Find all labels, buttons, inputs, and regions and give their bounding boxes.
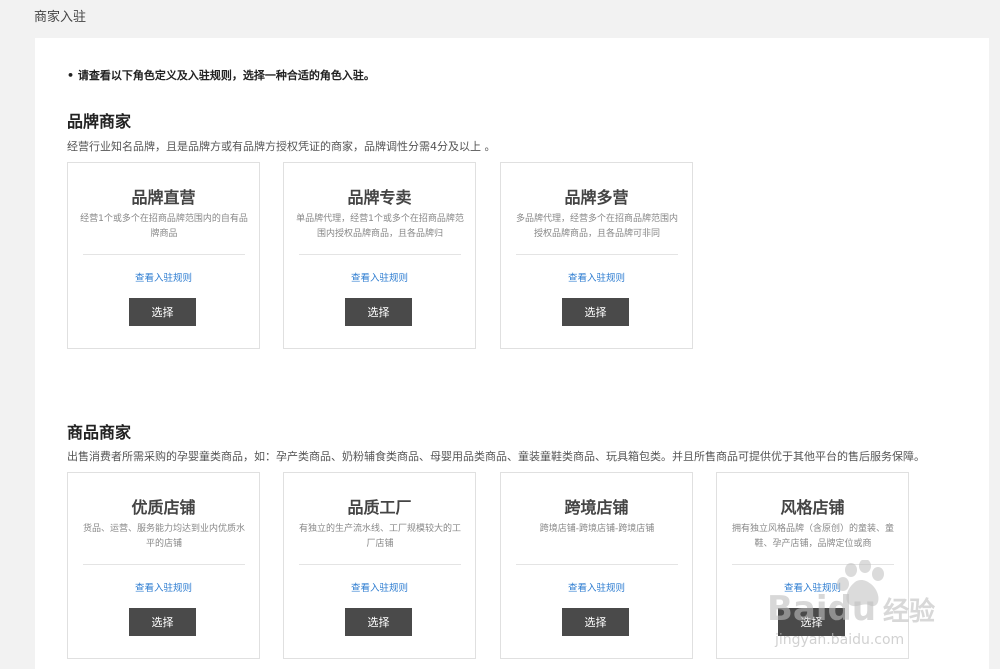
card-divider (299, 564, 461, 565)
card-desc: 经营1个或多个在招商品牌范围内的自有品牌商品 (80, 214, 248, 239)
view-rules-link[interactable]: 查看入驻规则 (284, 580, 475, 594)
view-rules-link[interactable]: 查看入驻规则 (68, 580, 259, 594)
notice-text: • 请查看以下角色定义及入驻规则，选择一种合适的角色入驻。 (67, 69, 375, 82)
section-title-product-merchant: 商品商家 (67, 423, 132, 442)
section-desc-brand-merchant: 经营行业知名品牌，且是品牌方或有品牌方授权凭证的商家，品牌调性分需4分及以上 。 (67, 140, 496, 153)
select-button[interactable]: 选择 (129, 608, 196, 636)
card-divider (732, 564, 894, 565)
card-divider (516, 254, 678, 255)
select-button[interactable]: 选择 (562, 608, 629, 636)
card-desc: 多品牌代理，经营多个在招商品牌范围内授权品牌商品，且各品牌可非同 (515, 214, 678, 239)
select-button[interactable]: 选择 (345, 608, 412, 636)
main-panel: • 请查看以下角色定义及入驻规则，选择一种合适的角色入驻。 品牌商家 经营行业知… (35, 38, 989, 669)
card-desc: 有独立的生产流水线、工厂规模较大的工厂店铺 (298, 524, 461, 549)
section-title-brand-merchant: 品牌商家 (67, 112, 132, 131)
card-divider (516, 564, 678, 565)
role-card-brand-exclusive: 品牌专卖 单品牌代理，经营1个或多个在招商品牌范围内授权品牌商品，且各品牌归 查… (283, 162, 476, 349)
select-button[interactable]: 选择 (129, 298, 196, 326)
card-title: 品牌多营 (564, 188, 629, 207)
page-title: 商家入驻 (34, 10, 87, 25)
card-title: 优质店铺 (131, 498, 196, 517)
view-rules-link[interactable]: 查看入驻规则 (501, 580, 692, 594)
select-button[interactable]: 选择 (345, 298, 412, 326)
card-desc: 货品、运营、服务能力均达到业内优质水平的店铺 (82, 524, 245, 549)
page-header: 商家入驻 (0, 0, 1000, 38)
card-title: 风格店铺 (780, 498, 845, 517)
role-card-quality-factory: 品质工厂 有独立的生产流水线、工厂规模较大的工厂店铺 查看入驻规则 选择 (283, 472, 476, 659)
role-card-style-store: 风格店铺 拥有独立风格品牌（含原创）的童装、童鞋、孕产店铺，品牌定位或商 查看入… (716, 472, 909, 659)
card-desc: 单品牌代理，经营1个或多个在招商品牌范围内授权品牌商品，且各品牌归 (296, 214, 464, 239)
card-divider (83, 254, 245, 255)
card-title: 品牌直营 (131, 188, 196, 207)
card-title: 品质工厂 (347, 498, 412, 517)
select-button[interactable]: 选择 (778, 608, 845, 636)
select-button[interactable]: 选择 (562, 298, 629, 326)
card-desc: 拥有独立风格品牌（含原创）的童装、童鞋、孕产店铺，品牌定位或商 (731, 524, 894, 549)
view-rules-link[interactable]: 查看入驻规则 (68, 270, 259, 284)
view-rules-link[interactable]: 查看入驻规则 (717, 580, 908, 594)
card-title: 品牌专卖 (347, 188, 412, 207)
role-card-brand-direct: 品牌直营 经营1个或多个在招商品牌范围内的自有品牌商品 查看入驻规则 选择 (67, 162, 260, 349)
role-card-quality-store: 优质店铺 货品、运营、服务能力均达到业内优质水平的店铺 查看入驻规则 选择 (67, 472, 260, 659)
card-divider (83, 564, 245, 565)
view-rules-link[interactable]: 查看入驻规则 (284, 270, 475, 284)
role-card-cross-border: 跨境店铺 跨境店铺-跨境店铺-跨境店铺 查看入驻规则 选择 (500, 472, 693, 659)
view-rules-link[interactable]: 查看入驻规则 (501, 270, 692, 284)
role-card-brand-multi: 品牌多营 多品牌代理，经营多个在招商品牌范围内授权品牌商品，且各品牌可非同 查看… (500, 162, 693, 349)
section-desc-product-merchant: 出售消费者所需采购的孕婴童类商品，如：孕产类商品、奶粉辅食类商品、母婴用品类商品… (67, 450, 925, 463)
card-divider (299, 254, 461, 255)
card-title: 跨境店铺 (564, 498, 629, 517)
card-desc: 跨境店铺-跨境店铺-跨境店铺 (539, 524, 655, 534)
